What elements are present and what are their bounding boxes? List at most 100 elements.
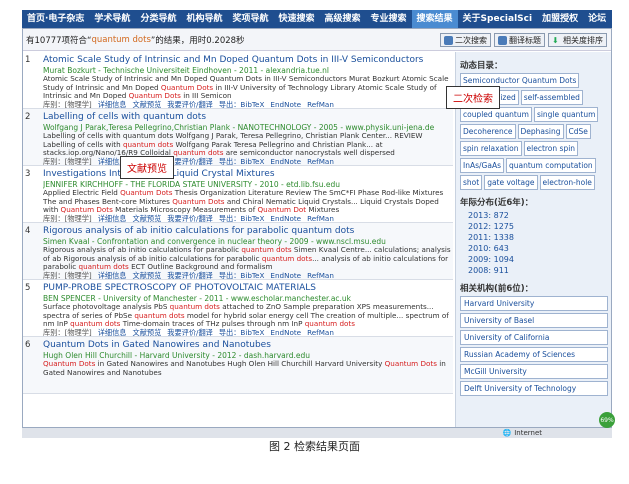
result-link-4[interactable]: EndNote	[270, 214, 301, 222]
search-icon	[444, 35, 453, 45]
result-title-link[interactable]: Investigations Into Complex Liquid Cryst…	[43, 169, 453, 180]
results-list: 1 Atomic Scale Study of Intrinsic and Mn …	[23, 52, 453, 427]
org-link[interactable]: Delft University of Technology	[460, 381, 608, 396]
result-link-5[interactable]: RefMan	[307, 157, 334, 165]
nav-item-0[interactable]: 首页·电子杂志	[22, 10, 89, 28]
result-source: Simen Kvaal - Confrontation and converge…	[43, 237, 386, 246]
highlight-term: quantum dots	[173, 148, 224, 157]
nav-item-2[interactable]: 分类导航	[135, 10, 181, 28]
result-link-4[interactable]: EndNote	[270, 157, 301, 165]
nav-item-7[interactable]: 专业搜索	[366, 10, 412, 28]
topic-tag[interactable]: InAs/GaAs	[460, 158, 504, 173]
topic-tag[interactable]: Dephasing	[517, 124, 564, 139]
nav-item-4[interactable]: 奖项导航	[227, 10, 273, 28]
result-links: 库别：[物理学] 详细信息文献预览我要评价/翻译导出：BibTeX EndNote R…	[43, 328, 453, 337]
year-link[interactable]: 2009: 1094	[460, 254, 608, 265]
library-label: 库别：[物理学]	[43, 328, 92, 337]
figure-caption: 图 2 检索结果页面	[269, 440, 360, 453]
result-link-5[interactable]: RefMan	[307, 271, 334, 279]
nav-item-10[interactable]: 加盟授权	[537, 10, 583, 28]
result-source: JENNIFER KIRCHHOFF - THE FLORIDA STATE U…	[43, 180, 340, 189]
result-source: Murat Bozkurt - Technische Universiteit …	[43, 66, 330, 75]
result-title-link[interactable]: Quantum Dots in Gated Nanowires and Nano…	[43, 340, 453, 351]
result-link-0[interactable]: 详细信息	[98, 271, 127, 279]
topic-tag[interactable]: coupled quantum	[460, 107, 532, 122]
result-link-5[interactable]: RefMan	[307, 328, 334, 336]
topic-tag[interactable]: spin relaxation	[460, 141, 522, 156]
nav-item-5[interactable]: 快速搜索	[273, 10, 319, 28]
topic-tag[interactable]: electron-hole	[539, 175, 595, 190]
result-title-link[interactable]: PUMP-PROBE SPECTROSCOPY OF PHOTOVOLTAIC …	[43, 283, 453, 294]
topic-tag[interactable]: electron spin	[523, 141, 579, 156]
topic-tag[interactable]: quantum computation	[505, 158, 596, 173]
tool-button-2[interactable]: ⬇ 相关度排序	[548, 33, 607, 47]
result-link-1[interactable]: 文献预览	[133, 328, 162, 336]
year-link[interactable]: 2011: 1338	[460, 232, 608, 243]
result-link-0[interactable]: 详细信息	[98, 328, 127, 336]
result-link-3[interactable]: 导出：BibTeX	[219, 271, 265, 279]
result-link-3[interactable]: 导出：BibTeX	[219, 157, 265, 165]
nav-item-9[interactable]: 关于SpecialSci	[458, 10, 538, 28]
status-bar: 🌐 Internet	[22, 428, 612, 438]
result-link-2[interactable]: 我要评价/翻译	[167, 100, 213, 108]
result-link-5[interactable]: RefMan	[307, 214, 334, 222]
highlight-term: quantum dots	[70, 319, 121, 328]
result-link-3[interactable]: 导出：BibTeX	[219, 214, 265, 222]
highlight-term: quantum dots	[78, 262, 129, 271]
org-link[interactable]: McGill University	[460, 364, 608, 379]
result-link-2[interactable]: 我要评价/翻译	[167, 328, 213, 336]
search-results-panel: 有10777项符合“ quantum dots ”的结果，用时0.2028秒 二…	[22, 28, 612, 428]
result-link-4[interactable]: EndNote	[270, 328, 301, 336]
library-label: 库别：[物理学]	[43, 100, 92, 109]
highlight-term: Quantum Dots	[128, 91, 181, 100]
nav-item-6[interactable]: 高级搜索	[320, 10, 366, 28]
result-link-0[interactable]: 详细信息	[98, 100, 127, 108]
result-link-1[interactable]: 文献预览	[133, 271, 162, 279]
org-link[interactable]: University of California	[460, 330, 608, 345]
result-link-1[interactable]: 文献预览	[133, 100, 162, 108]
year-link[interactable]: 2010: 643	[460, 243, 608, 254]
tool-label: 相关度排序	[563, 35, 603, 45]
nav-item-1[interactable]: 学术导航	[89, 10, 135, 28]
topic-tag[interactable]: single quantum	[533, 107, 599, 122]
result-number: 5	[25, 283, 31, 293]
result-source: BEN SPENCER - University of Manchester -…	[43, 294, 352, 303]
result-link-1[interactable]: 文献预览	[133, 214, 162, 222]
result-link-4[interactable]: EndNote	[270, 100, 301, 108]
org-link[interactable]: Harvard University	[460, 296, 608, 311]
topic-tag[interactable]: shot	[460, 175, 483, 190]
result-number: 1	[25, 55, 31, 65]
result-title-link[interactable]: Labelling of cells with quantum dots	[43, 112, 453, 123]
result-link-2[interactable]: 我要评价/翻译	[167, 271, 213, 279]
result-link-5[interactable]: RefMan	[307, 100, 334, 108]
result-link-0[interactable]: 详细信息	[98, 214, 127, 222]
topic-tag[interactable]: gate voltage	[484, 175, 538, 190]
result-link-3[interactable]: 导出：BibTeX	[219, 328, 265, 336]
result-item: 6 Quantum Dots in Gated Nanowires and Nan…	[23, 337, 453, 394]
year-link[interactable]: 2008: 911	[460, 265, 608, 276]
result-item: 2 Labelling of cells with quantum dots Wol…	[23, 109, 453, 166]
nav-item-11[interactable]: 论坛	[583, 10, 611, 28]
org-link[interactable]: Russian Academy of Sciences	[460, 347, 608, 362]
nav-item-8[interactable]: 搜索结果	[411, 10, 458, 28]
library-label: 库别：[物理学]	[43, 157, 92, 166]
result-title-link[interactable]: Rigorous analysis of ab initio calculati…	[43, 226, 453, 237]
year-link[interactable]: 2012: 1275	[460, 221, 608, 232]
topic-tag[interactable]: CdSe	[565, 124, 591, 139]
org-link[interactable]: University of Basel	[460, 313, 608, 328]
year-link[interactable]: 2013: 872	[460, 210, 608, 221]
toolbar: 二次搜索 翻译标题 ⬇ 相关度排序	[440, 33, 607, 47]
highlight-term: Quantum Dot	[257, 205, 307, 214]
topic-tag[interactable]: self-assembled	[520, 90, 583, 105]
zoom-indicator[interactable]: 69%	[599, 412, 615, 428]
result-link-4[interactable]: EndNote	[270, 271, 301, 279]
nav-item-3[interactable]: 机构导航	[181, 10, 227, 28]
result-title-link[interactable]: Atomic Scale Study of Intrinsic and Mn D…	[43, 55, 453, 66]
result-link-3[interactable]: 导出：BibTeX	[219, 100, 265, 108]
result-item: 1 Atomic Scale Study of Intrinsic and Mn …	[23, 52, 453, 109]
result-link-2[interactable]: 我要评价/翻译	[167, 214, 213, 222]
result-link-2[interactable]: 我要评价/翻译	[167, 157, 213, 165]
topic-tag[interactable]: Decoherence	[460, 124, 516, 139]
tool-button-1[interactable]: 翻译标题	[494, 33, 545, 47]
tool-button-0[interactable]: 二次搜索	[440, 33, 491, 47]
